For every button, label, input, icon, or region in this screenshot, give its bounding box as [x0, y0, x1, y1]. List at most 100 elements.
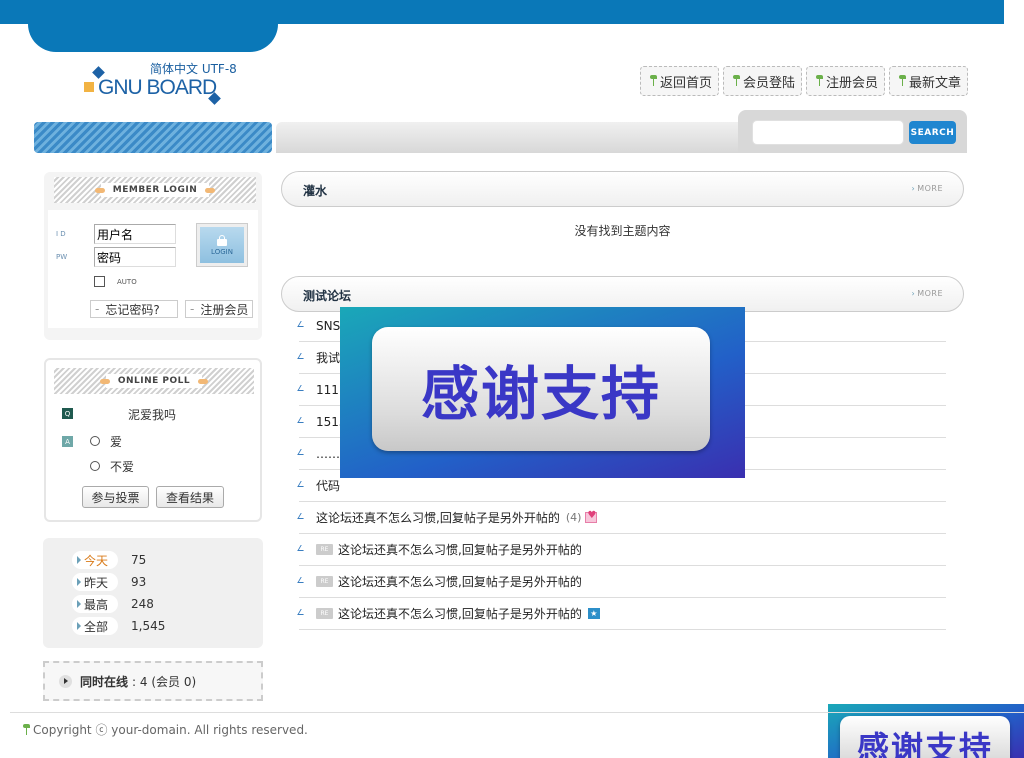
login-title: MEMBER LOGIN — [94, 183, 216, 197]
nav-label: 最新文章 — [908, 75, 961, 91]
id-label: I D — [56, 230, 66, 238]
more-link[interactable]: MORE — [911, 184, 943, 193]
post-row[interactable]: RE 这论坛还真不怎么习惯,回复帖子是另外开帖的 — [299, 566, 946, 598]
bullet-icon — [299, 353, 304, 358]
online-value: : 4 (会员 0) — [132, 674, 197, 689]
board-title[interactable]: 灌水 — [303, 182, 327, 199]
leaf-icon — [732, 75, 741, 87]
total-label: 全部 — [72, 617, 118, 635]
bullet-icon — [299, 385, 304, 390]
logo-text: GNU BOARD — [98, 76, 217, 99]
poll-header: ONLINE POLL — [54, 368, 254, 394]
post-title: 代码 — [316, 479, 341, 493]
bullet-icon — [299, 545, 304, 550]
answer-badge: A — [62, 436, 73, 447]
more-link[interactable]: MORE — [911, 289, 943, 298]
post-title: 这论坛还真不怎么习惯,回复帖子是另外开帖的 — [338, 543, 582, 557]
forgot-password-button[interactable]: - 忘记密码? — [90, 300, 178, 318]
bullet-icon — [299, 577, 304, 582]
nav-label: 返回首页 — [659, 75, 712, 91]
poll-option-label: 爱 — [110, 435, 123, 449]
today-label: 今天 — [72, 551, 118, 569]
play-icon — [59, 674, 72, 688]
post-row[interactable]: 这论坛还真不怎么习惯,回复帖子是另外开帖的 (4) — [299, 502, 946, 534]
auto-login-label: AUTO — [117, 278, 137, 286]
blue-stripe-bar — [34, 122, 272, 153]
header-notch-left — [0, 24, 28, 52]
nav-login[interactable]: 会员登陆 — [722, 66, 802, 96]
thanks-ad-text: 感谢支持 — [840, 716, 1010, 758]
nav-home[interactable]: 返回首页 — [639, 66, 719, 96]
thanks-ad-banner[interactable]: 感谢支持 — [340, 307, 745, 478]
register-label: 注册会员 — [200, 302, 249, 317]
max-label: 最高 — [72, 595, 118, 613]
search-button[interactable]: SEARCH — [909, 121, 956, 144]
board-title[interactable]: 测试论坛 — [303, 287, 351, 304]
pw-field[interactable] — [94, 247, 176, 267]
view-results-button[interactable]: 查看结果 — [156, 486, 224, 508]
id-field[interactable] — [94, 224, 176, 244]
total-value: 1,545 — [131, 619, 166, 633]
poll-question: 泥爱我吗 — [128, 408, 177, 422]
heart-icon — [585, 510, 598, 523]
leaf-icon — [22, 723, 31, 736]
header-notch-right — [278, 24, 318, 52]
post-row[interactable]: RE 这论坛还真不怎么习惯,回复帖子是另外开帖的 ★ — [299, 598, 946, 630]
footer: Copyright ⓒ your-domain. All rights rese… — [22, 721, 308, 738]
poll-option-radio[interactable] — [90, 436, 100, 446]
poll-title: ONLINE POLL — [99, 374, 209, 388]
board-header-water: 灌水 MORE — [281, 171, 964, 207]
login-button[interactable]: LOGIN — [196, 223, 248, 267]
page: 简体中文 UTF-8 GNU BOARD 返回首页 会员登陆 注册会员 最新文章… — [0, 0, 1024, 758]
post-title: 这论坛还真不怎么习惯,回复帖子是另外开帖的 — [338, 607, 582, 621]
copyright-text: Copyright ⓒ your-domain. All rights rese… — [33, 723, 308, 737]
dash-icon: - — [95, 302, 100, 316]
register-button[interactable]: - 注册会员 — [185, 300, 253, 318]
lock-icon — [217, 234, 227, 246]
login-button-face: LOGIN — [200, 227, 244, 263]
post-title: 我试 — [316, 351, 341, 365]
star-icon: ★ — [587, 608, 600, 619]
logo[interactable]: 简体中文 UTF-8 GNU BOARD — [84, 60, 244, 110]
bullet-icon — [299, 321, 304, 326]
post-title: 这论坛还真不怎么习惯,回复帖子是另外开帖的 — [338, 575, 582, 589]
post-row[interactable]: RE 这论坛还真不怎么习惯,回复帖子是另外开帖的 — [299, 534, 946, 566]
leaf-icon — [898, 75, 907, 87]
logo-language: 简体中文 UTF-8 — [150, 62, 237, 76]
reply-icon: RE — [316, 608, 333, 619]
post-title: 这论坛还真不怎么习惯,回复帖子是另外开帖的 — [316, 511, 560, 525]
dash-icon: - — [190, 302, 195, 316]
post-title: …… — [316, 446, 340, 461]
online-label: 同时在线 — [80, 674, 129, 689]
today-value: 75 — [131, 553, 147, 567]
auto-login-checkbox[interactable] — [94, 276, 105, 287]
logo-square-icon — [84, 82, 94, 92]
nav-label: 注册会员 — [825, 75, 878, 91]
poll-option-label: 不爱 — [110, 460, 135, 474]
reply-icon: RE — [316, 576, 333, 587]
yesterday-value: 93 — [131, 575, 147, 589]
bullet-icon — [299, 481, 304, 486]
bullet-icon — [299, 609, 304, 614]
reply-icon: RE — [316, 544, 333, 555]
top-nav: 返回首页 会员登陆 注册会员 最新文章 — [639, 66, 968, 96]
search-input[interactable] — [752, 120, 904, 145]
max-value: 248 — [131, 597, 154, 611]
nav-latest[interactable]: 最新文章 — [888, 66, 968, 96]
top-band — [0, 0, 1004, 24]
nav-register[interactable]: 注册会员 — [805, 66, 885, 96]
bullet-icon — [299, 513, 304, 518]
yesterday-label: 昨天 — [72, 573, 118, 591]
vote-button[interactable]: 参与投票 — [82, 486, 149, 508]
forgot-password-label: 忘记密码? — [105, 302, 160, 317]
footer-divider — [10, 712, 1024, 713]
question-badge: Q — [62, 408, 73, 419]
leaf-icon — [815, 75, 824, 87]
poll-option-radio[interactable] — [90, 461, 100, 471]
pw-label: PW — [56, 253, 68, 261]
header-tab — [28, 24, 278, 52]
leaf-icon — [649, 75, 658, 87]
online-users[interactable]: 同时在线 : 4 (会员 0) — [43, 661, 263, 701]
comment-count: (4) — [565, 511, 582, 524]
empty-message: 没有找到主题内容 — [574, 224, 671, 238]
